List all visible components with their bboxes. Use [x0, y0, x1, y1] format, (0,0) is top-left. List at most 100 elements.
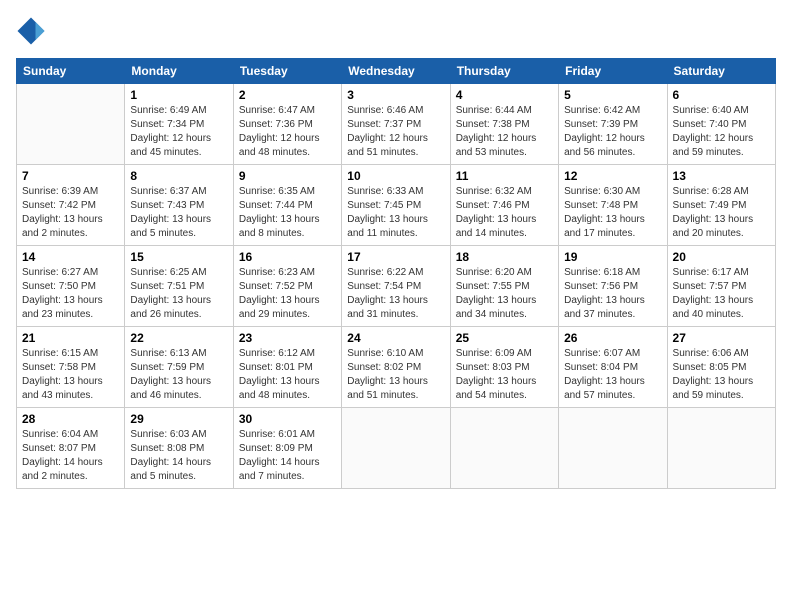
day-number: 15	[130, 250, 227, 264]
week-row-2: 14 Sunrise: 6:27 AM Sunset: 7:50 PM Dayli…	[17, 246, 776, 327]
day-number: 28	[22, 412, 119, 426]
day-number: 21	[22, 331, 119, 345]
day-number: 10	[347, 169, 444, 183]
header-monday: Monday	[125, 59, 233, 84]
calendar-cell: 19 Sunrise: 6:18 AM Sunset: 7:56 PM Dayli…	[559, 246, 667, 327]
day-number: 7	[22, 169, 119, 183]
calendar-table: SundayMondayTuesdayWednesdayThursdayFrid…	[16, 58, 776, 489]
day-number: 14	[22, 250, 119, 264]
calendar-cell: 14 Sunrise: 6:27 AM Sunset: 7:50 PM Dayli…	[17, 246, 125, 327]
calendar-cell: 29 Sunrise: 6:03 AM Sunset: 8:08 PM Dayli…	[125, 408, 233, 489]
day-number: 18	[456, 250, 553, 264]
day-info: Sunrise: 6:44 AM Sunset: 7:38 PM Dayligh…	[456, 104, 553, 160]
calendar-cell: 11 Sunrise: 6:32 AM Sunset: 7:46 PM Dayli…	[450, 165, 558, 246]
calendar-cell	[559, 408, 667, 489]
calendar-cell: 2 Sunrise: 6:47 AM Sunset: 7:36 PM Daylig…	[233, 84, 341, 165]
calendar-header: SundayMondayTuesdayWednesdayThursdayFrid…	[17, 59, 776, 84]
day-info: Sunrise: 6:37 AM Sunset: 7:43 PM Dayligh…	[130, 185, 227, 241]
day-number: 1	[130, 88, 227, 102]
day-info: Sunrise: 6:47 AM Sunset: 7:36 PM Dayligh…	[239, 104, 336, 160]
calendar-cell: 18 Sunrise: 6:20 AM Sunset: 7:55 PM Dayli…	[450, 246, 558, 327]
day-info: Sunrise: 6:25 AM Sunset: 7:51 PM Dayligh…	[130, 266, 227, 322]
header-thursday: Thursday	[450, 59, 558, 84]
day-info: Sunrise: 6:40 AM Sunset: 7:40 PM Dayligh…	[673, 104, 770, 160]
day-info: Sunrise: 6:07 AM Sunset: 8:04 PM Dayligh…	[564, 347, 661, 403]
day-number: 6	[673, 88, 770, 102]
day-info: Sunrise: 6:20 AM Sunset: 7:55 PM Dayligh…	[456, 266, 553, 322]
calendar-body: 1 Sunrise: 6:49 AM Sunset: 7:34 PM Daylig…	[17, 84, 776, 489]
day-number: 26	[564, 331, 661, 345]
calendar-cell: 21 Sunrise: 6:15 AM Sunset: 7:58 PM Dayli…	[17, 327, 125, 408]
day-info: Sunrise: 6:49 AM Sunset: 7:34 PM Dayligh…	[130, 104, 227, 160]
calendar-cell: 5 Sunrise: 6:42 AM Sunset: 7:39 PM Daylig…	[559, 84, 667, 165]
calendar-cell: 12Sunrise: 6:30 AM Sunset: 7:48 PM Dayli…	[559, 165, 667, 246]
calendar-cell	[667, 408, 775, 489]
day-info: Sunrise: 6:03 AM Sunset: 8:08 PM Dayligh…	[130, 428, 227, 484]
day-number: 5	[564, 88, 661, 102]
calendar-cell: 6 Sunrise: 6:40 AM Sunset: 7:40 PM Daylig…	[667, 84, 775, 165]
day-info: Sunrise: 6:33 AM Sunset: 7:45 PM Dayligh…	[347, 185, 444, 241]
day-info: Sunrise: 6:12 AM Sunset: 8:01 PM Dayligh…	[239, 347, 336, 403]
day-info: Sunrise: 6:17 AM Sunset: 7:57 PM Dayligh…	[673, 266, 770, 322]
day-number: 8	[130, 169, 227, 183]
day-number: 13	[673, 169, 770, 183]
calendar-cell: 24 Sunrise: 6:10 AM Sunset: 8:02 PM Dayli…	[342, 327, 450, 408]
day-info: Sunrise: 6:42 AM Sunset: 7:39 PM Dayligh…	[564, 104, 661, 160]
calendar-cell: 13 Sunrise: 6:28 AM Sunset: 7:49 PM Dayli…	[667, 165, 775, 246]
day-info: Sunrise: 6:01 AM Sunset: 8:09 PM Dayligh…	[239, 428, 336, 484]
day-number: 22	[130, 331, 227, 345]
day-info: Sunrise: 6:28 AM Sunset: 7:49 PM Dayligh…	[673, 185, 770, 241]
day-info: Sunrise: 6:35 AM Sunset: 7:44 PM Dayligh…	[239, 185, 336, 241]
day-number: 24	[347, 331, 444, 345]
day-number: 4	[456, 88, 553, 102]
day-info: Sunrise: 6:18 AM Sunset: 7:56 PM Dayligh…	[564, 266, 661, 322]
day-number: 20	[673, 250, 770, 264]
calendar-cell: 4 Sunrise: 6:44 AM Sunset: 7:38 PM Daylig…	[450, 84, 558, 165]
day-info: Sunrise: 6:27 AM Sunset: 7:50 PM Dayligh…	[22, 266, 119, 322]
day-number: 3	[347, 88, 444, 102]
day-info: Sunrise: 6:32 AM Sunset: 7:46 PM Dayligh…	[456, 185, 553, 241]
day-number: 27	[673, 331, 770, 345]
calendar-cell: 20 Sunrise: 6:17 AM Sunset: 7:57 PM Dayli…	[667, 246, 775, 327]
calendar-cell	[17, 84, 125, 165]
calendar-cell: 23 Sunrise: 6:12 AM Sunset: 8:01 PM Dayli…	[233, 327, 341, 408]
day-number: 19	[564, 250, 661, 264]
day-number: 29	[130, 412, 227, 426]
header-friday: Friday	[559, 59, 667, 84]
day-info: Sunrise: 6:04 AM Sunset: 8:07 PM Dayligh…	[22, 428, 119, 484]
day-info: Sunrise: 6:06 AM Sunset: 8:05 PM Dayligh…	[673, 347, 770, 403]
day-info: Sunrise: 6:39 AM Sunset: 7:42 PM Dayligh…	[22, 185, 119, 241]
calendar-cell: 15 Sunrise: 6:25 AM Sunset: 7:51 PM Dayli…	[125, 246, 233, 327]
logo	[16, 16, 50, 46]
page-header	[16, 16, 776, 46]
calendar-cell	[450, 408, 558, 489]
calendar-cell: 28 Sunrise: 6:04 AM Sunset: 8:07 PM Dayli…	[17, 408, 125, 489]
day-info: Sunrise: 6:13 AM Sunset: 7:59 PM Dayligh…	[130, 347, 227, 403]
header-saturday: Saturday	[667, 59, 775, 84]
calendar-cell	[342, 408, 450, 489]
calendar-cell: 26 Sunrise: 6:07 AM Sunset: 8:04 PM Dayli…	[559, 327, 667, 408]
day-number: 2	[239, 88, 336, 102]
calendar-cell: 16Sunrise: 6:23 AM Sunset: 7:52 PM Dayli…	[233, 246, 341, 327]
logo-icon	[16, 16, 46, 46]
calendar-cell: 27 Sunrise: 6:06 AM Sunset: 8:05 PM Dayli…	[667, 327, 775, 408]
week-row-3: 21 Sunrise: 6:15 AM Sunset: 7:58 PM Dayli…	[17, 327, 776, 408]
day-number: 11	[456, 169, 553, 183]
day-number: 30	[239, 412, 336, 426]
header-tuesday: Tuesday	[233, 59, 341, 84]
calendar-cell: 30 Sunrise: 6:01 AM Sunset: 8:09 PM Dayli…	[233, 408, 341, 489]
calendar-cell: 3Sunrise: 6:46 AM Sunset: 7:37 PM Daylig…	[342, 84, 450, 165]
day-number: 23	[239, 331, 336, 345]
week-row-1: 7 Sunrise: 6:39 AM Sunset: 7:42 PM Daylig…	[17, 165, 776, 246]
day-number: 9	[239, 169, 336, 183]
day-info: Sunrise: 6:23 AM Sunset: 7:52 PM Dayligh…	[239, 266, 336, 322]
calendar-cell: 10 Sunrise: 6:33 AM Sunset: 7:45 PM Dayli…	[342, 165, 450, 246]
header-wednesday: Wednesday	[342, 59, 450, 84]
day-number: 12	[564, 169, 661, 183]
calendar-cell: 9 Sunrise: 6:35 AM Sunset: 7:44 PM Daylig…	[233, 165, 341, 246]
day-info: Sunrise: 6:10 AM Sunset: 8:02 PM Dayligh…	[347, 347, 444, 403]
day-info: Sunrise: 6:22 AM Sunset: 7:54 PM Dayligh…	[347, 266, 444, 322]
day-number: 17	[347, 250, 444, 264]
day-info: Sunrise: 6:15 AM Sunset: 7:58 PM Dayligh…	[22, 347, 119, 403]
calendar-cell: 25Sunrise: 6:09 AM Sunset: 8:03 PM Dayli…	[450, 327, 558, 408]
